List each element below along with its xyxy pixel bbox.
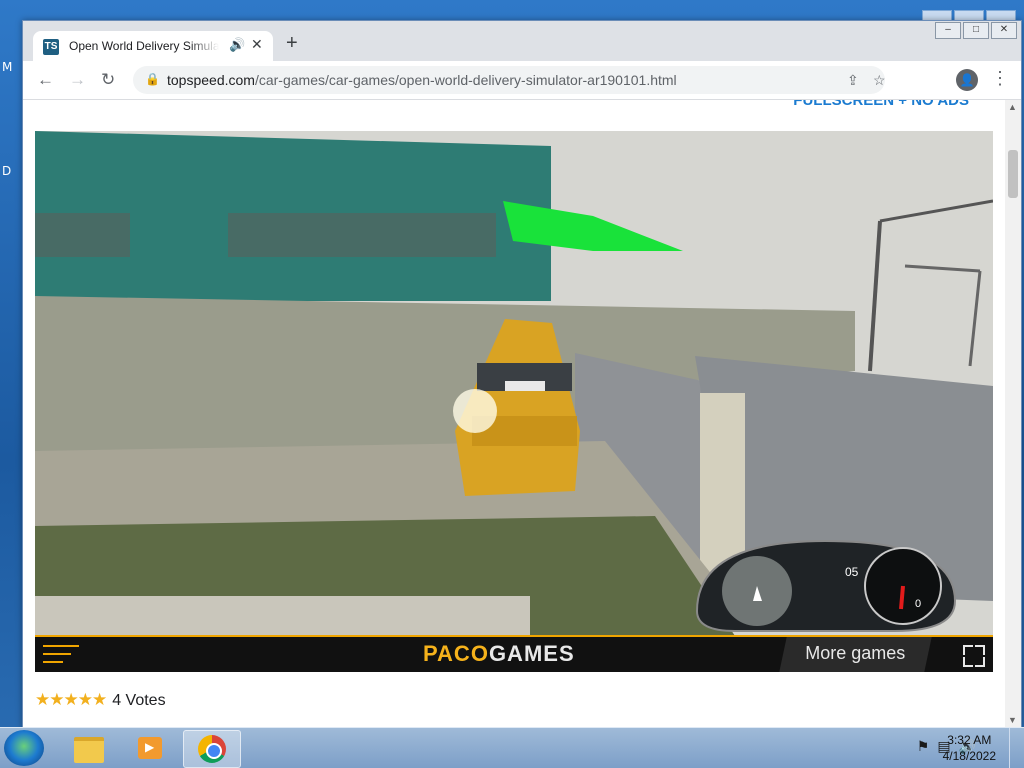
action-center-flag-icon[interactable]: ⚑ (917, 738, 930, 755)
minimize-button[interactable]: – (935, 22, 961, 39)
forward-arrow-icon[interactable]: → (69, 70, 86, 90)
window-controls: – □ ✕ (935, 22, 1017, 39)
vertical-scrollbar[interactable]: ▲ ▼ (1005, 100, 1021, 727)
scroll-down-icon[interactable]: ▼ (1008, 715, 1017, 725)
taskbar-chrome[interactable] (183, 730, 241, 768)
game-bar: PACOGAMES More games (35, 635, 993, 672)
hud-gear: 05 (845, 565, 859, 579)
url-text[interactable]: topspeed.com/car-games/car-games/open-wo… (167, 72, 677, 88)
web-page: FULLSCREEN + NO ADS 05 0 PACOGAMES More … (23, 100, 1005, 727)
rating-stars-icon[interactable]: ★★★★★ (35, 690, 107, 709)
share-icon[interactable]: ⇪ (847, 72, 859, 89)
chrome-icon (198, 735, 226, 763)
taskbar-file-explorer[interactable] (60, 730, 116, 766)
back-arrow-icon[interactable]: ← (37, 70, 54, 90)
rating: ★★★★★ 4 Votes (35, 690, 166, 710)
fullscreen-icon[interactable] (963, 645, 985, 667)
clock-time: 3:32 AM (947, 733, 992, 747)
clock-date: 4/18/2022 (942, 749, 996, 763)
bookmark-star-icon[interactable]: ☆ (873, 72, 886, 89)
maximize-button[interactable]: □ (963, 22, 989, 39)
new-tab-button[interactable]: + (286, 33, 298, 53)
votes-count: 4 Votes (112, 692, 166, 709)
close-window-button[interactable]: ✕ (991, 22, 1017, 39)
taskbar: ⚑ ▤ 🔊 3:32 AM 4/18/2022 (0, 727, 1024, 768)
browser-toolbar: ← → ↻ 🔒 topspeed.com/car-games/car-games… (23, 61, 1021, 100)
favicon-icon: TS (43, 39, 59, 55)
reload-icon[interactable]: ↻ (101, 70, 115, 90)
folder-icon (74, 737, 104, 763)
lock-icon[interactable]: 🔒 (145, 72, 160, 86)
logo-part2: GAMES (488, 641, 575, 666)
browser-window: TS Open World Delivery Simulator 🔊 ✕ + –… (22, 20, 1022, 728)
more-games-button[interactable]: More games (779, 637, 932, 672)
curb (35, 596, 530, 636)
game-scene: 05 0 (35, 131, 993, 636)
hamburger-menu-icon[interactable] (43, 645, 79, 669)
tab-strip: TS Open World Delivery Simulator 🔊 ✕ + –… (23, 21, 1021, 61)
fullscreen-no-ads-link[interactable]: FULLSCREEN + NO ADS (793, 100, 969, 109)
scroll-up-icon[interactable]: ▲ (1008, 102, 1017, 112)
media-player-icon (138, 737, 162, 759)
more-games-label: More games (805, 643, 906, 663)
desktop-edge-letter: D (2, 164, 12, 178)
tab-title: Open World Delivery Simulator (69, 39, 219, 53)
pacogames-logo[interactable]: PACOGAMES (423, 641, 575, 667)
menu-kebab-icon[interactable]: ⋮ (991, 68, 1009, 89)
address-bar[interactable]: 🔒 topspeed.com/car-games/car-games/open-… (133, 66, 886, 94)
scrollbar-thumb[interactable] (1008, 150, 1018, 198)
taskbar-media-player[interactable] (122, 730, 178, 766)
url-path: /car-games/car-games/open-world-delivery… (254, 72, 677, 88)
game-canvas[interactable]: 05 0 (35, 131, 993, 636)
speaker-icon[interactable]: 🔊 (229, 37, 245, 53)
hud-speed: 0 (915, 598, 921, 610)
desktop-edge-letter: M (2, 60, 13, 74)
profile-avatar-icon[interactable]: 👤 (956, 69, 978, 91)
url-domain: topspeed.com (167, 72, 255, 88)
clock[interactable]: 3:32 AM 4/18/2022 (943, 732, 996, 764)
show-desktop-button[interactable] (1009, 728, 1024, 768)
close-tab-icon[interactable]: ✕ (251, 36, 263, 53)
start-button-icon[interactable] (4, 730, 44, 766)
logo-part1: PACO (423, 641, 489, 666)
browser-tab[interactable]: TS Open World Delivery Simulator 🔊 ✕ (33, 31, 273, 61)
